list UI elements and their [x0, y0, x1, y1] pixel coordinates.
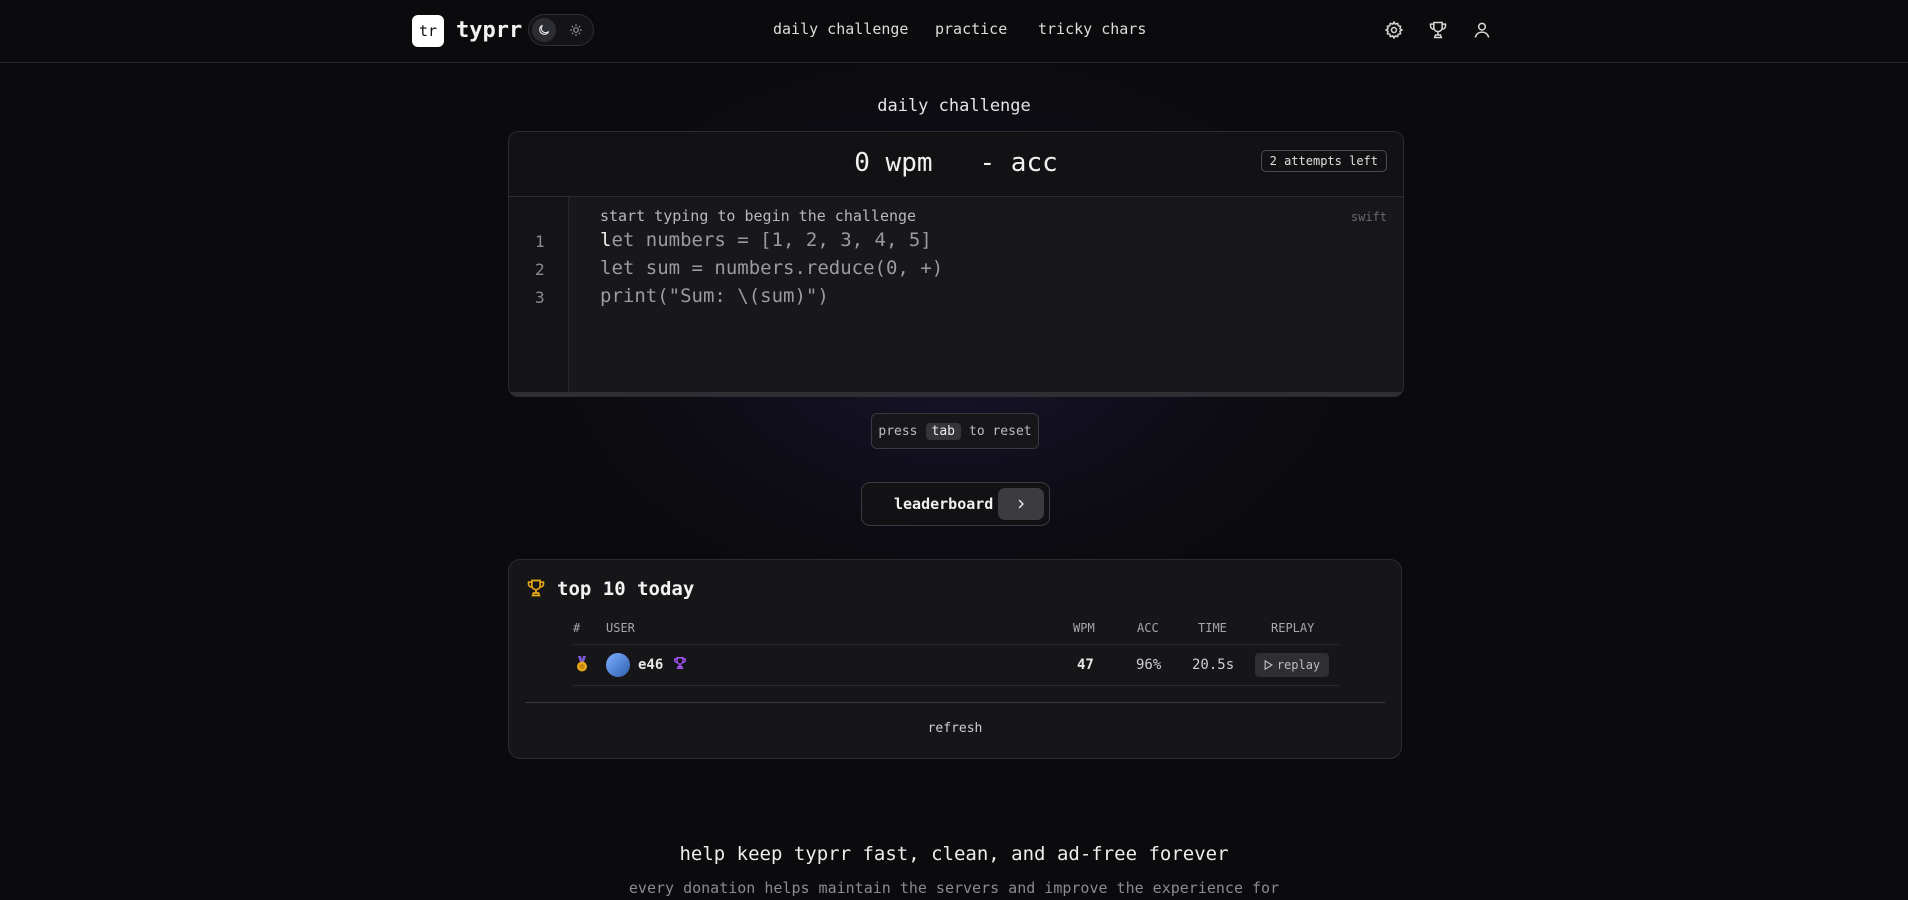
stats-bar: 0 wpm - acc 2 attempts left	[509, 132, 1403, 197]
chevron-right-icon	[998, 488, 1044, 520]
time-cell: 20.5s	[1192, 657, 1235, 673]
line-number: 3	[535, 288, 545, 307]
play-icon	[1264, 660, 1273, 670]
user-icon[interactable]	[1472, 20, 1492, 40]
trophy-badge-icon	[673, 656, 687, 674]
code-line: let sum = numbers.reduce(0, +)	[600, 257, 944, 279]
sun-icon[interactable]	[564, 18, 588, 42]
attempts-badge: 2 attempts left	[1260, 150, 1387, 172]
typing-editor[interactable]: 0 wpm - acc 2 attempts left 1 2 3 start …	[508, 131, 1404, 397]
donate-text: every donation helps maintain the server…	[628, 879, 1280, 897]
acc-value: - acc	[979, 148, 1058, 178]
page-title: daily challenge	[877, 96, 1031, 116]
moon-icon[interactable]	[532, 18, 556, 42]
cursor-char: l	[600, 229, 612, 251]
top10-panel: top 10 today # USER WPM ACC TIME REPLAY …	[508, 559, 1402, 759]
col-wpm: WPM	[1073, 621, 1095, 635]
language-label: swift	[1350, 210, 1387, 224]
refresh-button[interactable]: refresh	[509, 721, 1401, 736]
wpm-cell: 47	[1077, 657, 1094, 673]
col-user: USER	[606, 621, 635, 635]
tab-key: tab	[925, 422, 961, 440]
brand-name[interactable]: typrr	[456, 15, 522, 47]
col-replay: REPLAY	[1271, 621, 1315, 635]
start-hint: start typing to begin the challenge	[600, 207, 917, 225]
acc-cell: 96%	[1136, 657, 1162, 673]
gear-icon[interactable]	[1384, 20, 1404, 40]
top10-title: top 10 today	[557, 578, 695, 600]
top-header: tr typrr daily challenge practice tricky…	[0, 0, 1908, 63]
medal-icon	[575, 656, 589, 676]
divider	[573, 685, 1339, 686]
divider	[573, 644, 1339, 645]
line-number: 2	[535, 260, 545, 279]
replay-button[interactable]: replay	[1255, 653, 1329, 677]
line-number: 1	[535, 232, 545, 251]
leaderboard-label: leaderboard	[894, 495, 994, 513]
nav-tricky-chars[interactable]: tricky chars	[1038, 20, 1146, 38]
col-acc: ACC	[1137, 621, 1159, 635]
trophy-icon	[526, 578, 548, 600]
theme-toggle	[528, 14, 594, 46]
reset-hint-post: to reset	[969, 423, 1032, 439]
col-rank: #	[573, 621, 581, 635]
progress-track	[509, 392, 1403, 396]
trophy-icon[interactable]	[1428, 20, 1448, 40]
code-text: et numbers = [1, 2, 3, 4, 5]	[611, 229, 932, 251]
logo[interactable]: tr	[412, 15, 444, 47]
reset-hint: press tab to reset	[871, 413, 1039, 449]
donate-heading: help keep typrr fast, clean, and ad-free…	[679, 843, 1229, 865]
leaderboard-button[interactable]: leaderboard	[861, 482, 1050, 526]
code-line: print("Sum: \(sum)")	[600, 285, 829, 307]
divider	[525, 702, 1385, 703]
col-time: TIME	[1198, 621, 1227, 635]
wpm-value: 0 wpm	[854, 148, 933, 178]
code-line: let numbers = [1, 2, 3, 4, 5]	[600, 229, 932, 251]
nav-daily-challenge[interactable]: daily challenge	[773, 20, 908, 38]
reset-hint-pre: press	[878, 423, 918, 439]
nav-practice[interactable]: practice	[935, 20, 1007, 38]
avatar[interactable]	[606, 653, 630, 677]
replay-label: replay	[1276, 658, 1321, 672]
user-name[interactable]: e46	[638, 657, 663, 673]
